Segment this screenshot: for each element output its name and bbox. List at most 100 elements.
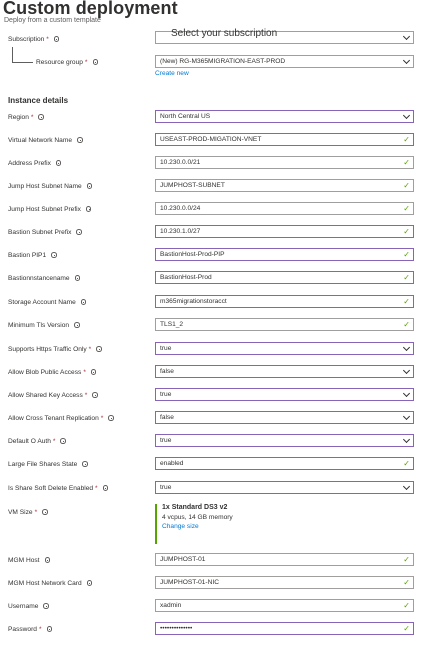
bastion-pip1-input[interactable]: BastionHost-Prod-PIP ✓ <box>155 248 414 261</box>
mgm-host-network-card-input[interactable]: JUMPHOST-01-NIC ✓ <box>155 576 414 589</box>
info-icon[interactable] <box>74 275 81 281</box>
resource-group-dropdown[interactable]: (New) RG-M365MIGRATION-EAST-PROD <box>155 55 414 68</box>
info-icon[interactable] <box>96 346 102 352</box>
info-icon[interactable] <box>46 626 53 632</box>
valid-check-icon: ✓ <box>403 181 410 190</box>
default-o-auth-dropdown[interactable]: true <box>155 434 414 447</box>
mgm-host-input[interactable]: JUMPHOST-01 ✓ <box>155 553 414 566</box>
info-icon[interactable] <box>43 603 49 609</box>
region-label-text: Region <box>8 113 29 121</box>
info-icon[interactable] <box>90 369 97 375</box>
address-prefix-label-text: Address Prefix <box>8 159 51 167</box>
allow-shared-key-access-dropdown[interactable]: true <box>155 388 414 401</box>
valid-check-icon: ✓ <box>403 624 410 633</box>
info-icon[interactable] <box>74 322 80 328</box>
bastionnstancename-input[interactable]: BastionHost-Prod ✓ <box>155 271 414 284</box>
chevron-down-icon <box>402 366 411 375</box>
info-icon[interactable] <box>76 229 82 235</box>
info-icon[interactable] <box>51 252 57 258</box>
required-marker: * <box>88 345 92 353</box>
supports-https-traffic-only-dropdown[interactable]: true <box>155 342 414 355</box>
valid-check-icon: ✓ <box>403 459 410 468</box>
default-o-auth-label: Default O Auth * <box>8 436 66 446</box>
allow-blob-public-access-label-text: Allow Blob Public Access <box>8 368 82 376</box>
allow-blob-public-access-dropdown[interactable]: false <box>155 365 414 378</box>
allow-shared-key-access-value: true <box>160 391 172 398</box>
info-icon[interactable] <box>92 392 98 398</box>
jump-host-subnet-prefix-input[interactable]: 10.230.0.0/24 ✓ <box>155 202 414 215</box>
chevron-down-icon <box>402 56 411 65</box>
info-icon[interactable] <box>55 160 62 166</box>
more-options-button[interactable]: ... <box>148 1 157 13</box>
password-value: •••••••••••••• <box>160 625 193 632</box>
vm-size-label: VM Size * <box>8 507 48 517</box>
tree-connector <box>12 47 33 63</box>
password-input[interactable]: •••••••••••••• ✓ <box>155 622 414 635</box>
username-label: Username <box>8 601 49 611</box>
bastion-subnet-prefix-label: Bastion Subnet Prefix <box>8 227 82 237</box>
info-icon[interactable] <box>38 114 44 120</box>
virtual-network-name-label-text: Virtual Network Name <box>8 136 73 144</box>
bastion-pip1-label: Bastion PIP1 <box>8 250 57 260</box>
large-file-shares-state-value: enabled <box>160 460 184 467</box>
bastion-subnet-prefix-input[interactable]: 10.230.1.0/27 ✓ <box>155 225 414 238</box>
required-marker: * <box>30 113 34 121</box>
instance-details-heading: Instance details <box>8 96 69 105</box>
info-icon[interactable] <box>44 557 51 563</box>
allow-cross-tenant-replication-value: false <box>160 414 174 421</box>
minimum-tls-version-input[interactable]: TLS1_2 ✓ <box>155 318 414 331</box>
info-icon[interactable] <box>77 137 83 143</box>
is-share-soft-delete-enabled-label-text: Is Share Soft Delete Enabled <box>8 484 94 492</box>
info-icon[interactable] <box>102 485 109 491</box>
storage-account-name-label-text: Storage Account Name <box>8 298 76 306</box>
info-icon[interactable] <box>82 461 88 467</box>
info-icon[interactable] <box>60 438 66 444</box>
supports-https-traffic-only-value: true <box>160 345 172 352</box>
virtual-network-name-label: Virtual Network Name <box>8 135 83 145</box>
info-icon[interactable] <box>42 509 48 515</box>
storage-account-name-input[interactable]: m365migrationstoracct ✓ <box>155 295 414 308</box>
required-marker: * <box>95 484 98 492</box>
bastionnstancename-label-text: Bastionnstancename <box>8 274 70 282</box>
info-icon[interactable] <box>86 580 93 586</box>
bastion-pip1-label-text: Bastion PIP1 <box>8 251 47 259</box>
jump-host-subnet-prefix-label: Jump Host Subnet Prefix <box>8 204 92 214</box>
chevron-down-icon <box>402 389 411 398</box>
info-icon[interactable] <box>86 183 93 189</box>
jump-host-subnet-name-input[interactable]: JUMPHOST-SUBNET ✓ <box>155 179 414 192</box>
allow-cross-tenant-replication-dropdown[interactable]: false <box>155 411 414 424</box>
required-marker: * <box>100 414 104 422</box>
info-icon[interactable] <box>80 299 87 305</box>
chevron-down-icon <box>402 412 411 421</box>
required-marker: * <box>84 391 88 399</box>
region-dropdown[interactable]: North Central US <box>155 110 414 123</box>
virtual-network-name-input[interactable]: USEAST-PROD-MIGATION-VNET ✓ <box>155 133 414 146</box>
large-file-shares-state-input[interactable]: enabled ✓ <box>155 457 414 470</box>
address-prefix-input[interactable]: 10.230.0.0/21 ✓ <box>155 156 414 169</box>
vm-size-name: 1x Standard DS3 v2 <box>162 504 228 511</box>
username-input[interactable]: xadmin ✓ <box>155 599 414 612</box>
required-marker: * <box>38 625 42 633</box>
info-icon[interactable] <box>85 206 92 212</box>
required-marker: * <box>34 508 38 516</box>
required-marker: * <box>84 58 88 66</box>
valid-check-icon: ✓ <box>403 555 410 564</box>
region-value: North Central US <box>160 113 211 120</box>
create-new-link[interactable]: Create new <box>155 70 189 77</box>
is-share-soft-delete-enabled-dropdown[interactable]: true <box>155 481 414 494</box>
valid-check-icon: ✓ <box>403 135 410 144</box>
resource-group-label: Resource group * <box>36 57 98 67</box>
mgm-host-value: JUMPHOST-01 <box>160 556 206 563</box>
default-o-auth-value: true <box>160 437 172 444</box>
info-icon[interactable] <box>108 415 114 421</box>
subscription-value: Select your subscription <box>171 28 278 39</box>
allow-blob-public-access-value: false <box>160 368 174 375</box>
bastionnstancename-label: Bastionnstancename <box>8 273 81 283</box>
valid-check-icon: ✓ <box>403 273 410 282</box>
info-icon[interactable] <box>92 59 98 65</box>
jump-host-subnet-name-label-text: Jump Host Subnet Name <box>8 182 82 190</box>
jump-host-subnet-prefix-label-text: Jump Host Subnet Prefix <box>8 205 81 213</box>
chevron-down-icon <box>402 435 411 444</box>
info-icon[interactable] <box>53 36 60 42</box>
change-size-link[interactable]: Change size <box>162 523 252 530</box>
